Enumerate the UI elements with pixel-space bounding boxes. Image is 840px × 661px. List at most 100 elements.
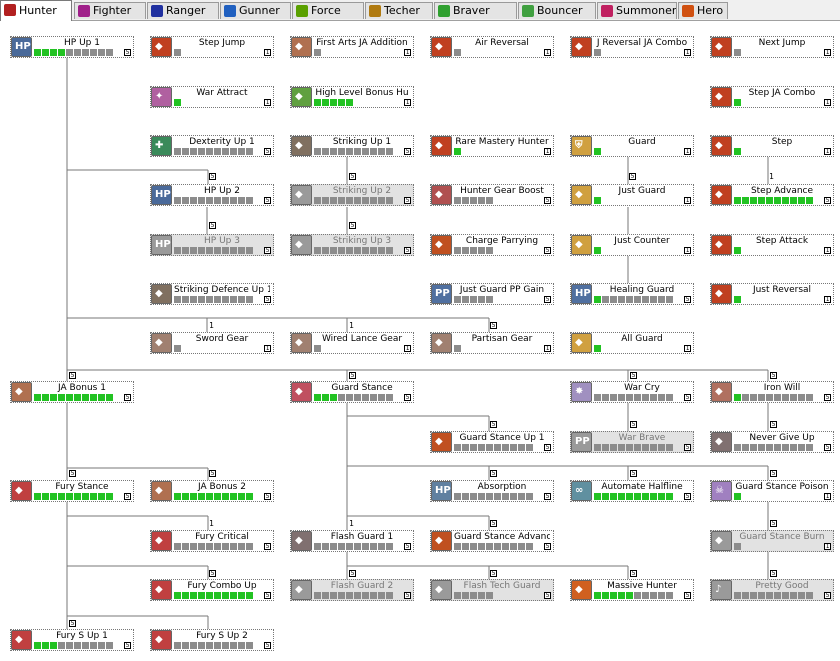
skill-node-striking-up-3[interactable]: ◆ Striking Up 3 5: [290, 234, 414, 256]
skill-node-just-reversal[interactable]: ◆ Just Reversal 1: [710, 283, 834, 305]
skill-node-partisan-gear[interactable]: ◆ Partisan Gear 1: [430, 332, 554, 354]
max-level-badge: 5: [544, 444, 551, 451]
skill-node-fury-combo-up[interactable]: ◆ Fury Combo Up 5: [150, 579, 274, 601]
skill-node-hp-up-2[interactable]: HP HP Up 2 5: [150, 184, 274, 206]
guard-stance-burn-icon: ◆: [711, 531, 732, 551]
skill-node-fury-stance[interactable]: ◆ Fury Stance 5: [10, 480, 134, 502]
level-pip: [650, 592, 657, 599]
skill-node-sword-gear[interactable]: ◆ Sword Gear 1: [150, 332, 274, 354]
level-pip: [478, 592, 485, 599]
skill-node-striking-up-2[interactable]: ◆ Striking Up 2 5: [290, 184, 414, 206]
skill-name: Dexterity Up 1: [189, 137, 255, 147]
skill-node-flash-guard-2[interactable]: ◆ Flash Guard 2 5: [290, 579, 414, 601]
skill-node-step-jump[interactable]: ◆ Step Jump 1: [150, 36, 274, 58]
skill-node-fury-s-up-2[interactable]: ◆ Fury S Up 2 5: [150, 629, 274, 651]
level-pip: [618, 444, 625, 451]
skill-node-hunter-gear-boost[interactable]: ◆ Hunter Gear Boost 5: [430, 184, 554, 206]
level-pip: [486, 543, 493, 550]
max-level-badge: 5: [824, 197, 831, 204]
max-level-badge: 1: [264, 49, 271, 56]
skill-node-step-advance[interactable]: ◆ Step Advance 5: [710, 184, 834, 206]
skill-node-never-give-up[interactable]: ◆ Never Give Up 5: [710, 431, 834, 453]
skill-node-war-cry[interactable]: ✸ War Cry 5: [570, 381, 694, 403]
skill-node-just-guard-pp-gain[interactable]: PP Just Guard PP Gain 5: [430, 283, 554, 305]
level-pip: [314, 99, 321, 106]
skill-node-war-attract[interactable]: ✦ War Attract 1: [150, 86, 274, 108]
skill-node-pretty-good[interactable]: ♪ Pretty Good 5: [710, 579, 834, 601]
level-pip: [790, 444, 797, 451]
skill-node-guard-stance-burn[interactable]: ◆ Guard Stance Burn 1: [710, 530, 834, 552]
skill-node-hp-up-1[interactable]: HP HP Up 1 5: [10, 36, 134, 58]
skill-node-guard-stance[interactable]: ◆ Guard Stance 5: [290, 381, 414, 403]
skill-node-fury-critical[interactable]: ◆ Fury Critical 5: [150, 530, 274, 552]
requirement-marker: 1: [209, 519, 214, 528]
level-pip: [198, 493, 205, 500]
skill-node-ja-bonus-1[interactable]: ◆ JA Bonus 1 5: [10, 381, 134, 403]
skill-node-wired-lance-gear[interactable]: ◆ Wired Lance Gear 1: [290, 332, 414, 354]
skill-node-guard[interactable]: ⛨ Guard 1: [570, 135, 694, 157]
skill-node-fury-s-up-1[interactable]: ◆ Fury S Up 1 5: [10, 629, 134, 651]
skill-node-flash-tech-guard[interactable]: ◆ Flash Tech Guard 5: [430, 579, 554, 601]
level-pip: [50, 49, 57, 56]
skill-node-automate-halfline[interactable]: ∞ Automate Halfline 5: [570, 480, 694, 502]
skill-node-absorption[interactable]: HP Absorption 5: [430, 480, 554, 502]
level-pip: [454, 148, 461, 155]
max-level-badge: 5: [124, 49, 131, 56]
skill-name: Next Jump: [758, 38, 806, 48]
step-ja-combo-icon: ◆: [711, 87, 732, 107]
skill-node-j-reversal-ja-combo[interactable]: ◆ J Reversal JA Combo 1: [570, 36, 694, 58]
requirement-marker: 1: [349, 321, 354, 330]
skill-node-high-level-bonus-hu[interactable]: ◆ High Level Bonus Hu 1: [290, 86, 414, 108]
max-level-badge: 5: [684, 444, 691, 451]
skill-level-pips: [174, 543, 254, 550]
skill-node-just-guard[interactable]: ◆ Just Guard 1: [570, 184, 694, 206]
skill-node-dexterity-up-1[interactable]: ✚ Dexterity Up 1 5: [150, 135, 274, 157]
skill-node-striking-defence-up-1[interactable]: ◆ Striking Defence Up 15: [150, 283, 274, 305]
skill-node-ja-bonus-2[interactable]: ◆ JA Bonus 2 5: [150, 480, 274, 502]
skill-node-massive-hunter[interactable]: ◆ Massive Hunter 5: [570, 579, 694, 601]
skill-name: J Reversal JA Combo: [596, 38, 688, 48]
massive-hunter-icon: ◆: [571, 580, 592, 600]
level-pip: [90, 394, 97, 401]
skill-node-hp-up-3[interactable]: HP HP Up 3 5: [150, 234, 274, 256]
skill-node-guard-stance-up-1[interactable]: ◆ Guard Stance Up 15: [430, 431, 554, 453]
skill-node-guard-stance-poison[interactable]: ☠ Guard Stance Poison 1: [710, 480, 834, 502]
requirement-marker: 5: [630, 470, 637, 477]
max-level-badge: 1: [684, 197, 691, 204]
skill-node-rare-mastery-hunter[interactable]: ◆ Rare Mastery Hunter 1: [430, 135, 554, 157]
level-pip: [354, 543, 361, 550]
level-pip: [98, 493, 105, 500]
level-pip: [470, 247, 477, 254]
skill-node-air-reversal[interactable]: ◆ Air Reversal 1: [430, 36, 554, 58]
skill-node-just-counter[interactable]: ◆ Just Counter 1: [570, 234, 694, 256]
skill-name: Absorption: [477, 482, 527, 492]
skill-node-guard-stance-advance[interactable]: ◆ Guard Stance Advance 5: [430, 530, 554, 552]
max-level-badge: 1: [824, 148, 831, 155]
level-pip: [190, 247, 197, 254]
level-pip: [594, 592, 601, 599]
skill-level-pips: [734, 49, 742, 56]
level-pip: [206, 493, 213, 500]
healing-guard-icon: HP: [571, 284, 592, 304]
skill-node-all-guard[interactable]: ◆ All Guard 1: [570, 332, 694, 354]
skill-node-step-attack[interactable]: ◆ Step Attack 1: [710, 234, 834, 256]
skill-node-iron-will[interactable]: ◆ Iron Will 5: [710, 381, 834, 403]
level-pip: [58, 493, 65, 500]
level-pip: [246, 148, 253, 155]
skill-node-charge-parrying[interactable]: ◆ Charge Parrying 5: [430, 234, 554, 256]
skill-node-war-brave[interactable]: PP War Brave 5: [570, 431, 694, 453]
skill-node-next-jump[interactable]: ◆ Next Jump 1: [710, 36, 834, 58]
skill-node-striking-up-1[interactable]: ◆ Striking Up 1 5: [290, 135, 414, 157]
skill-level-pips: [454, 49, 462, 56]
skill-level-pips: [454, 493, 534, 500]
icon-glyph: ◆: [435, 436, 443, 447]
requirement-marker: 1: [209, 321, 214, 330]
skill-node-step-ja-combo[interactable]: ◆ Step JA Combo 1: [710, 86, 834, 108]
skill-node-healing-guard[interactable]: HP Healing Guard 5: [570, 283, 694, 305]
level-pip: [182, 148, 189, 155]
skill-node-step[interactable]: ◆ Step 1: [710, 135, 834, 157]
skill-node-flash-guard-1[interactable]: ◆ Flash Guard 1 5: [290, 530, 414, 552]
skill-node-first-arts-ja-addition[interactable]: ◆ First Arts JA Addition 1: [290, 36, 414, 58]
skill-name: Guard Stance: [331, 383, 393, 393]
level-pip: [222, 148, 229, 155]
